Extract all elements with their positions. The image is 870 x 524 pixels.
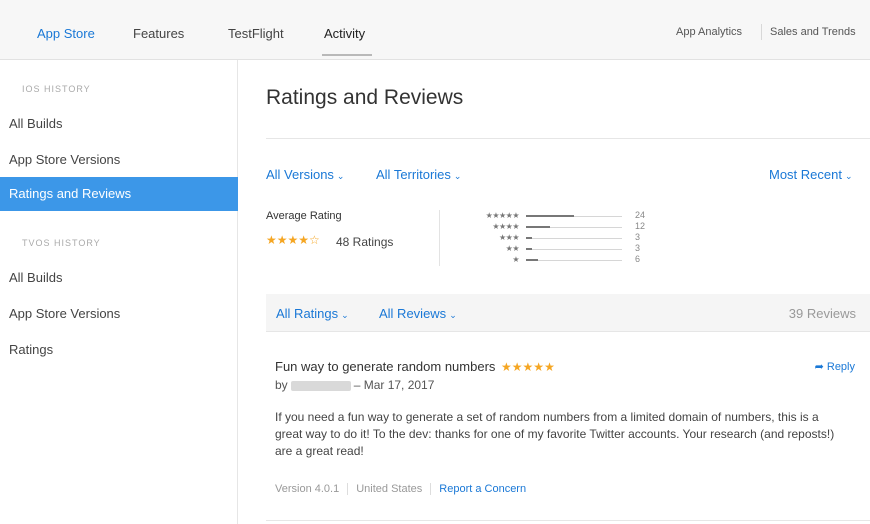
reviews-count: 39 Reviews [788,306,856,321]
title-divider [266,138,870,139]
review-date: – Mar 17, 2017 [353,378,435,392]
report-concern-link[interactable]: Report a Concern [439,483,526,495]
review-body: If you need a fun way to generate a set … [275,410,835,458]
tab-features[interactable]: Features [133,26,184,41]
distribution-stars: ★★★★ [492,222,519,231]
app-analytics-link[interactable]: App Analytics [676,26,742,38]
section-tvos-history: tvOS HISTORY [22,238,101,248]
chevron-down-icon: ⌄ [844,171,853,181]
distribution-bar-fill [526,237,532,239]
distribution-stars: ★ [512,255,519,264]
nav-divider [761,24,762,40]
main-content: Ratings and Reviews All Versions ⌄ All Te… [239,60,870,524]
distribution-stars: ★★★★★ [485,211,520,220]
rating-divider [439,210,440,266]
review-title: Fun way to generate random numbers ★★★★★ [275,359,555,374]
average-rating-stars: ★★★★☆ [266,233,320,247]
chevron-down-icon: ⌄ [336,171,345,181]
distribution-bar-fill [526,215,574,217]
territories-filter-label: All Territories [376,167,451,182]
distribution-row: ★★★★★ 24 [459,210,679,221]
ratings-filter-label: All Ratings [276,306,339,321]
average-rating-label: Average Rating [266,210,342,222]
distribution-stars: ★★★ [498,233,520,242]
page-title: Ratings and Reviews [266,86,464,109]
distribution-row: ★★★ 3 [459,232,679,243]
distribution-row: ★ 6 [459,254,679,265]
sidebar-item-app-store-versions-tvos[interactable]: App Store Versions [0,297,238,331]
review-divider [266,520,870,521]
sidebar-item-all-builds-tvos[interactable]: All Builds [0,261,238,295]
reviews-filter[interactable]: All Reviews ⌄ [379,306,457,321]
sidebar-item-all-builds-ios[interactable]: All Builds [0,107,238,141]
review-meta: Version 4.0.1 United States Report a Conce… [275,483,526,496]
ratings-filter[interactable]: All Ratings ⌄ [276,306,349,321]
top-nav: App Store Features TestFlight Activity A… [0,0,870,60]
chevron-down-icon: ⌄ [341,310,349,320]
distribution-count: 24 [635,210,646,220]
distribution-bar-track [526,215,622,217]
reviewer-name-redacted [290,380,351,391]
reply-button[interactable]: ➦ Reply [815,360,855,373]
distribution-bar-track [526,237,622,239]
versions-filter-label: All Versions [266,167,334,182]
reply-label: Reply [826,361,855,373]
sidebar-item-ratings-and-reviews[interactable]: Ratings and Reviews [0,177,238,211]
sort-filter[interactable]: Most Recent ⌄ [769,167,853,182]
distribution-count: 12 [635,221,646,231]
distribution-bar-track [526,259,622,261]
distribution-bar-fill [526,259,538,261]
section-ios-history: iOS HISTORY [22,84,91,94]
tab-testflight[interactable]: TestFlight [228,26,284,41]
tab-activity[interactable]: Activity [324,26,365,41]
distribution-row: ★★★★ 12 [459,221,679,232]
chevron-down-icon: ⌄ [449,310,457,320]
distribution-bar-fill [526,248,532,250]
sales-and-trends-link[interactable]: Sales and Trends [770,26,856,38]
distribution-count: 6 [635,254,641,264]
sidebar-item-ratings-tvos[interactable]: Ratings [0,333,238,367]
tab-app-store[interactable]: App Store [37,26,95,41]
sidebar-item-app-store-versions-ios[interactable]: App Store Versions [0,143,238,177]
byline-by: by [275,378,288,392]
sort-filter-label: Most Recent [769,167,842,182]
versions-filter[interactable]: All Versions ⌄ [266,167,344,182]
chevron-down-icon: ⌄ [453,171,462,181]
distribution-bar-fill [526,226,550,228]
review-title-text: Fun way to generate random numbers [275,359,496,374]
reviews-filter-label: All Reviews [379,306,447,321]
ratings-count: 48 Ratings [336,235,394,249]
distribution-bar-track [526,248,622,250]
territories-filter[interactable]: All Territories ⌄ [376,167,461,182]
review-version: Version 4.0.1 [275,483,340,495]
reply-arrow-icon: ➦ [814,361,824,373]
distribution-row: ★★ 3 [459,243,679,254]
meta-divider [347,483,349,496]
sidebar: iOS HISTORY All Builds App Store Version… [0,60,238,524]
review-territory: United States [356,483,423,495]
distribution-count: 3 [635,232,641,242]
distribution-stars: ★★ [505,244,520,253]
reviews-toolbar: All Ratings ⌄ All Reviews ⌄ 39 Reviews [266,294,870,332]
active-tab-underline [322,54,372,56]
review-byline: by – Mar 17, 2017 [275,378,434,392]
meta-divider [430,483,432,496]
distribution-bar-track [526,226,622,228]
distribution-count: 3 [635,243,641,253]
review-stars: ★★★★★ [501,360,555,374]
